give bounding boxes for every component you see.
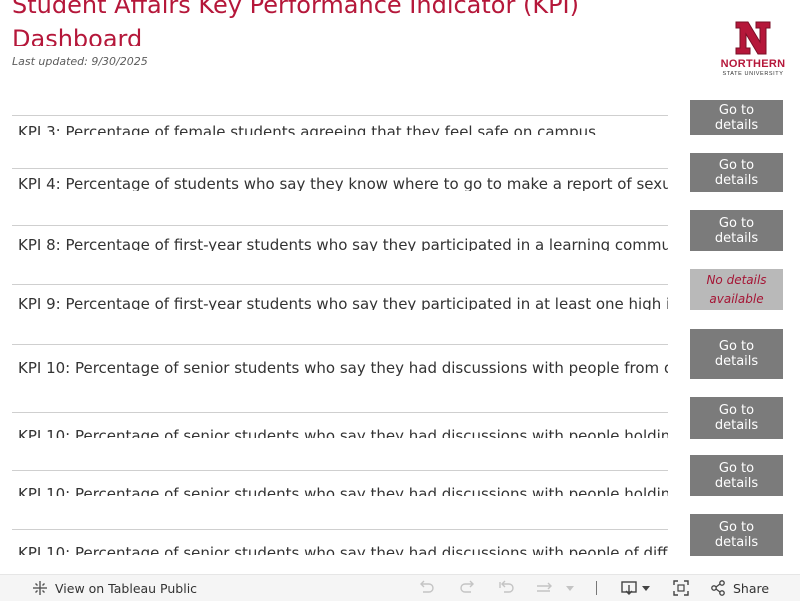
go-to-details-button[interactable]: Go to details: [690, 329, 783, 379]
kpi-row: KPI 10: Percentage of senior students wh…: [12, 470, 668, 496]
kpi-label: KPI 3: Percentage of female students agr…: [18, 123, 596, 135]
undo-icon: [420, 580, 434, 593]
download-icon: [621, 581, 637, 595]
kpi-row: KPI 3: Percentage of female students agr…: [12, 115, 668, 135]
toolbar-divider: [596, 581, 597, 595]
title-clip: Student Affairs Key Performance Indicato…: [12, 0, 652, 46]
university-logo: NORTHERN STATE UNIVERSITY: [716, 20, 790, 82]
share-icon: [711, 580, 725, 596]
no-details-label: No details available: [690, 269, 783, 310]
go-to-details-button[interactable]: Go to details: [690, 210, 783, 251]
go-to-details-button[interactable]: Go to details: [690, 100, 783, 135]
kpi-label: KPI 10: Percentage of senior students wh…: [18, 359, 668, 377]
last-updated: Last updated: 9/30/2025: [12, 55, 148, 68]
logo-subtitle: STATE UNIVERSITY: [722, 71, 784, 77]
kpi-row: KPI 4: Percentage of students who say th…: [12, 168, 668, 191]
logo-wordmark: NORTHERN: [720, 58, 786, 70]
tableau-toolbar: View on Tableau Public Share: [0, 574, 800, 601]
kpi-label: KPI 10: Percentage of senior students wh…: [18, 544, 668, 555]
go-to-details-button[interactable]: Go to details: [690, 153, 783, 192]
dashboard-title: Student Affairs Key Performance Indicato…: [12, 0, 579, 46]
tableau-icon: [33, 581, 47, 595]
redo-icon: [460, 580, 474, 593]
kpi-row: KPI 10: Percentage of senior students wh…: [12, 412, 668, 438]
share-button[interactable]: Share: [710, 575, 769, 601]
kpi-label: KPI 10: Percentage of senior students wh…: [18, 485, 668, 496]
refresh-options-button[interactable]: [565, 575, 575, 601]
n-monogram-icon: [735, 21, 771, 55]
refresh-icon: [537, 582, 552, 592]
share-label: Share: [733, 580, 770, 596]
kpi-row: KPI 8: Percentage of first-year students…: [12, 225, 668, 251]
kpi-row: KPI 10: Percentage of senior students wh…: [12, 344, 668, 378]
redo-button[interactable]: [458, 575, 476, 601]
kpi-row: KPI 10: Percentage of senior students wh…: [12, 529, 668, 555]
revert-button[interactable]: [498, 575, 516, 601]
undo-button[interactable]: [418, 575, 436, 601]
download-button[interactable]: [620, 575, 651, 601]
go-to-details-button[interactable]: Go to details: [690, 514, 783, 556]
fullscreen-icon: [673, 580, 689, 596]
kpi-label: KPI 8: Percentage of first-year students…: [18, 236, 668, 251]
go-to-details-button[interactable]: Go to details: [690, 455, 783, 496]
kpi-label: KPI 4: Percentage of students who say th…: [18, 175, 668, 191]
dropdown-icon: [642, 586, 650, 591]
view-on-tableau-label: View on Tableau Public: [55, 580, 198, 596]
fullscreen-button[interactable]: [672, 575, 690, 601]
kpi-row: KPI 9: Percentage of first-year students…: [12, 284, 668, 310]
refresh-button[interactable]: [535, 575, 555, 601]
revert-icon: [499, 580, 514, 593]
kpi-label: KPI 10: Percentage of senior students wh…: [18, 427, 668, 438]
kpi-label: KPI 9: Percentage of first-year students…: [18, 295, 668, 310]
view-on-tableau-link[interactable]: View on Tableau Public: [32, 575, 197, 601]
dropdown-icon: [566, 586, 574, 591]
go-to-details-button[interactable]: Go to details: [690, 397, 783, 439]
